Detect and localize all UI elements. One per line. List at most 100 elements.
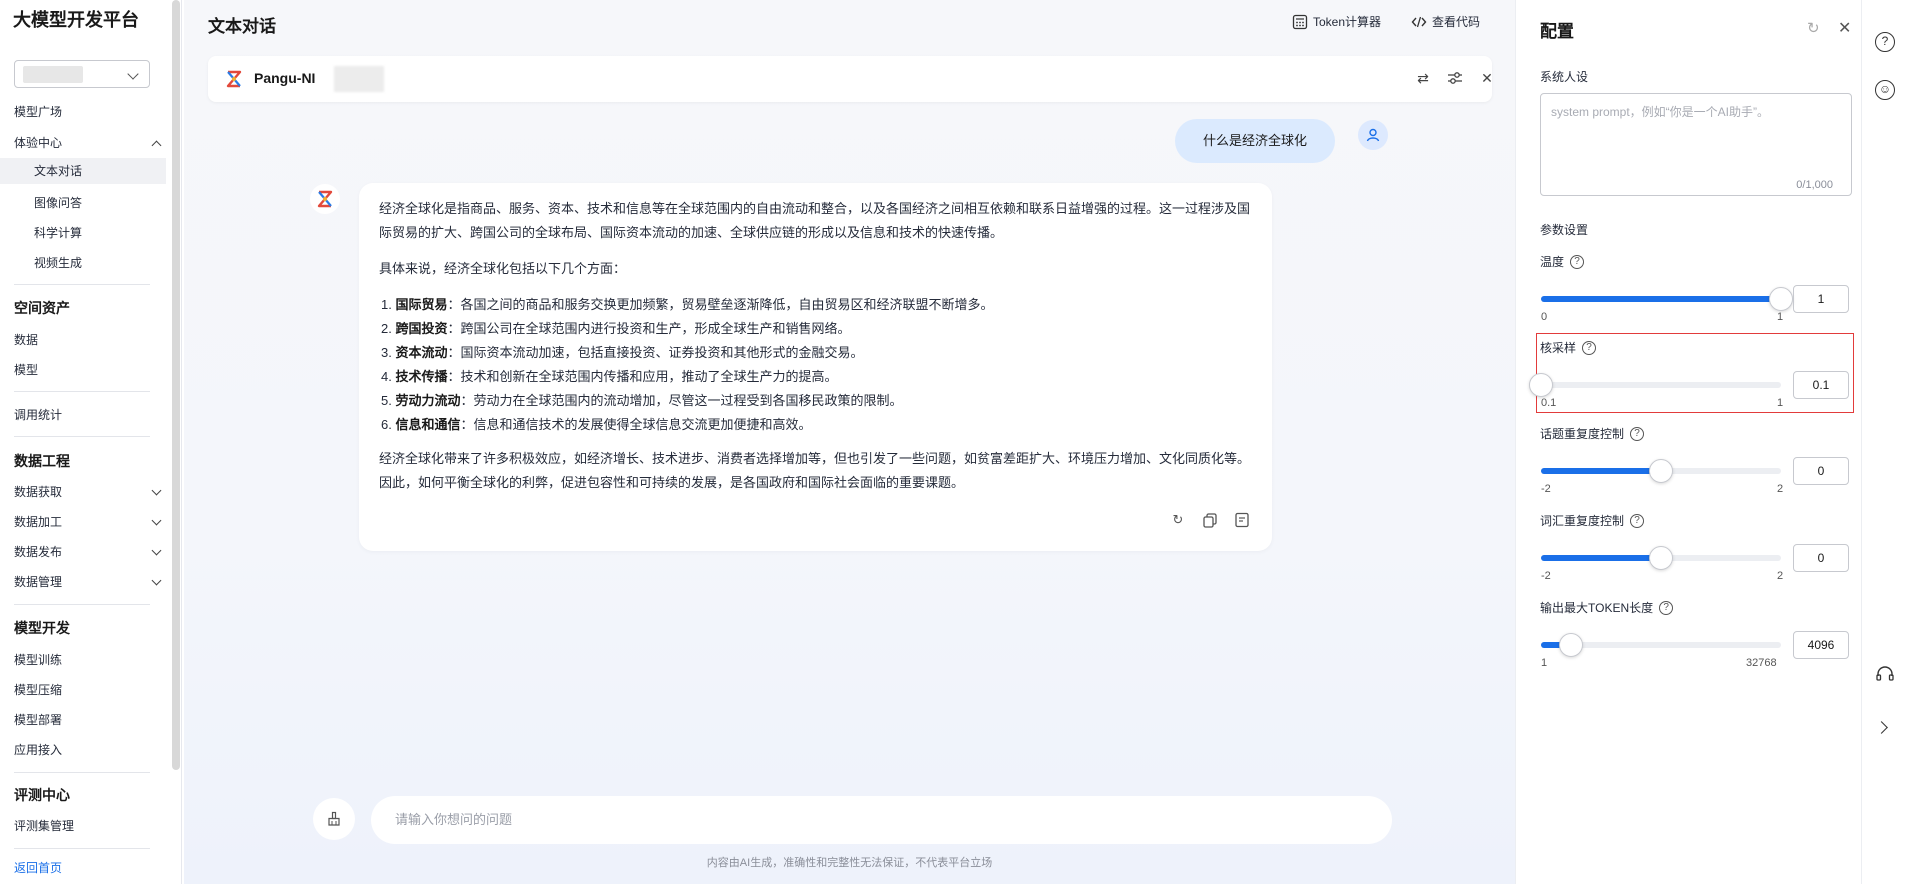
chevron-down-icon bbox=[151, 545, 162, 556]
nav-model-square[interactable]: 模型广场 bbox=[14, 102, 164, 122]
expand-chevron-icon[interactable] bbox=[1875, 721, 1888, 734]
chat-input[interactable]: 请输入你想问的问题 bbox=[371, 796, 1392, 844]
slider-value-input-presence_penalty[interactable]: 0 bbox=[1793, 457, 1849, 485]
reset-icon[interactable]: ↻ bbox=[1807, 19, 1820, 37]
params-label: 参数设置 bbox=[1540, 221, 1588, 238]
slider-max: 2 bbox=[1777, 483, 1784, 495]
help-icon[interactable]: ? bbox=[1875, 32, 1895, 52]
slider-max: 2 bbox=[1777, 570, 1784, 582]
list-num: 2. bbox=[381, 321, 392, 336]
nav-data-publish[interactable]: 数据发布 bbox=[14, 542, 164, 562]
label-text: 核采样 bbox=[1540, 341, 1577, 355]
nav-label: 体验中心 bbox=[14, 136, 63, 150]
divider bbox=[14, 436, 150, 437]
slider-value-input-temperature[interactable]: 1 bbox=[1793, 285, 1849, 313]
divider bbox=[14, 848, 150, 849]
slider-handle[interactable] bbox=[1649, 546, 1673, 570]
slider-max: 32768 bbox=[1746, 657, 1777, 669]
slider-track-temperature[interactable] bbox=[1541, 287, 1793, 311]
answer-paragraph: 经济全球化是指商品、服务、资本、技术和信息等在全球范围内的自由流动和整合，以及各… bbox=[379, 201, 1251, 240]
nav-label: 数据加工 bbox=[14, 515, 63, 529]
slider-track-top_p[interactable] bbox=[1529, 373, 1781, 397]
list-term: 信息和通信 bbox=[395, 417, 461, 432]
nav-video-gen[interactable]: 视频生成 bbox=[34, 253, 184, 273]
slider-handle[interactable] bbox=[1559, 633, 1583, 657]
answer-paragraph: 经济全球化带来了许多积极效应，如经济增长、技术进步、消费者选择增加等，但也引发了… bbox=[379, 451, 1251, 490]
list-item: 6. 信息和通信：信息和通信技术的发展使得全球信息交流更加便捷和高效。 bbox=[381, 413, 1241, 437]
settings-sliders-icon[interactable] bbox=[1446, 69, 1464, 87]
list-text: ：技术和创新在全球范围内传播和应用，推动了全球生产力的提高。 bbox=[447, 369, 838, 384]
nav-data-manage[interactable]: 数据管理 bbox=[14, 572, 164, 592]
model-name-redacted bbox=[334, 66, 384, 92]
slider-track-frequency_penalty[interactable] bbox=[1541, 546, 1781, 570]
slider-value-input-top_p[interactable]: 0.1 bbox=[1793, 371, 1849, 399]
help-icon[interactable]: ? bbox=[1659, 600, 1674, 615]
slider-handle[interactable] bbox=[1769, 287, 1793, 311]
nav-text-chat[interactable]: 文本对话 bbox=[0, 158, 166, 184]
feedback-icon[interactable] bbox=[1233, 511, 1251, 529]
label-text: 参数设置 bbox=[1540, 223, 1589, 237]
nav-experience-center[interactable]: 体验中心 bbox=[14, 133, 164, 153]
user-avatar bbox=[1358, 120, 1388, 150]
nav-usage-stats[interactable]: 调用统计 bbox=[14, 405, 164, 425]
list-num: 4. bbox=[381, 369, 392, 384]
system-prompt-placeholder: system prompt，例如“你是一个AI助手”。 bbox=[1551, 105, 1770, 119]
feedback-smile-icon[interactable]: ☺ bbox=[1875, 80, 1895, 100]
slider-value-input-frequency_penalty[interactable]: 0 bbox=[1793, 544, 1849, 572]
nav-model-deploy[interactable]: 模型部署 bbox=[14, 710, 164, 730]
slider-fill bbox=[1541, 468, 1661, 474]
sidebar-scrollbar[interactable] bbox=[172, 0, 180, 770]
slider-label-frequency_penalty: 词汇重复度控制? bbox=[1540, 512, 1645, 529]
label-text: 系统人设 bbox=[1540, 70, 1589, 84]
clear-chat-button[interactable] bbox=[313, 798, 355, 840]
workspace-select[interactable] bbox=[14, 60, 150, 88]
slider-min: 0.1 bbox=[1541, 397, 1557, 409]
view-code-button[interactable]: 查看代码 bbox=[1411, 12, 1480, 32]
help-icon[interactable]: ? bbox=[1570, 254, 1585, 269]
nav-data[interactable]: 数据 bbox=[14, 330, 164, 350]
slider-value-input-max_tokens[interactable]: 4096 bbox=[1793, 631, 1849, 659]
slider-max: 1 bbox=[1777, 397, 1784, 409]
slider-track-max_tokens[interactable] bbox=[1541, 633, 1781, 657]
slider-handle[interactable] bbox=[1649, 459, 1673, 483]
close-icon[interactable]: ✕ bbox=[1478, 69, 1496, 87]
config-title: 配置 bbox=[1540, 22, 1574, 41]
nav-label: 数据管理 bbox=[14, 575, 63, 589]
slider-label-temperature: 温度? bbox=[1540, 253, 1585, 270]
calculator-icon bbox=[1292, 14, 1308, 30]
nav-app-access[interactable]: 应用接入 bbox=[14, 740, 164, 760]
section-eval-center: 评测中心 bbox=[14, 787, 70, 803]
close-icon[interactable]: ✕ bbox=[1838, 18, 1851, 38]
list-term: 国际贸易 bbox=[395, 297, 448, 312]
answer-list: 1. 国际贸易：各国之间的商品和服务交换更加频繁，贸易壁垒逐渐降低，自由贸易区和… bbox=[381, 293, 1241, 437]
nav-data-process[interactable]: 数据加工 bbox=[14, 512, 164, 532]
help-icon[interactable]: ? bbox=[1630, 426, 1645, 441]
help-icon[interactable]: ? bbox=[1582, 340, 1597, 355]
list-item: 3. 资本流动：国际资本流动加速，包括直接投资、证券投资和其他形式的金融交易。 bbox=[381, 341, 1241, 365]
chevron-down-icon bbox=[151, 515, 162, 526]
regenerate-icon[interactable]: ↻ bbox=[1169, 511, 1187, 529]
slider-track-presence_penalty[interactable] bbox=[1541, 459, 1781, 483]
token-calculator-button[interactable]: Token计算器 bbox=[1292, 12, 1381, 32]
slider-fill bbox=[1541, 296, 1781, 302]
token-calculator-label: Token计算器 bbox=[1313, 15, 1382, 29]
list-num: 3. bbox=[381, 345, 392, 360]
headset-icon[interactable] bbox=[1875, 665, 1895, 685]
nav-model-compress[interactable]: 模型压缩 bbox=[14, 680, 164, 700]
nav-eval-set[interactable]: 评测集管理 bbox=[14, 816, 164, 836]
help-icon[interactable]: ? bbox=[1630, 513, 1645, 528]
back-home-link[interactable]: 返回首页 bbox=[14, 858, 164, 878]
ai-disclaimer: 内容由AI生成，准确性和完整性无法保证，不代表平台立场 bbox=[706, 857, 993, 869]
switch-model-icon[interactable]: ⇄ bbox=[1414, 69, 1432, 87]
slider-handle[interactable] bbox=[1529, 373, 1553, 397]
copy-icon[interactable] bbox=[1201, 511, 1219, 529]
nav-data-acquire[interactable]: 数据获取 bbox=[14, 482, 164, 502]
nav-model-train[interactable]: 模型训练 bbox=[14, 650, 164, 670]
nav-science-compute[interactable]: 科学计算 bbox=[34, 223, 184, 243]
section-model-dev: 模型开发 bbox=[14, 620, 70, 636]
model-bar: Pangu-NI ⇄ ✕ bbox=[208, 56, 1493, 102]
nav-image-qa[interactable]: 图像问答 bbox=[34, 193, 184, 213]
system-prompt-textarea[interactable]: system prompt，例如“你是一个AI助手”。 0/1,000 bbox=[1540, 93, 1852, 196]
nav-model[interactable]: 模型 bbox=[14, 360, 164, 380]
assistant-avatar bbox=[310, 184, 340, 214]
